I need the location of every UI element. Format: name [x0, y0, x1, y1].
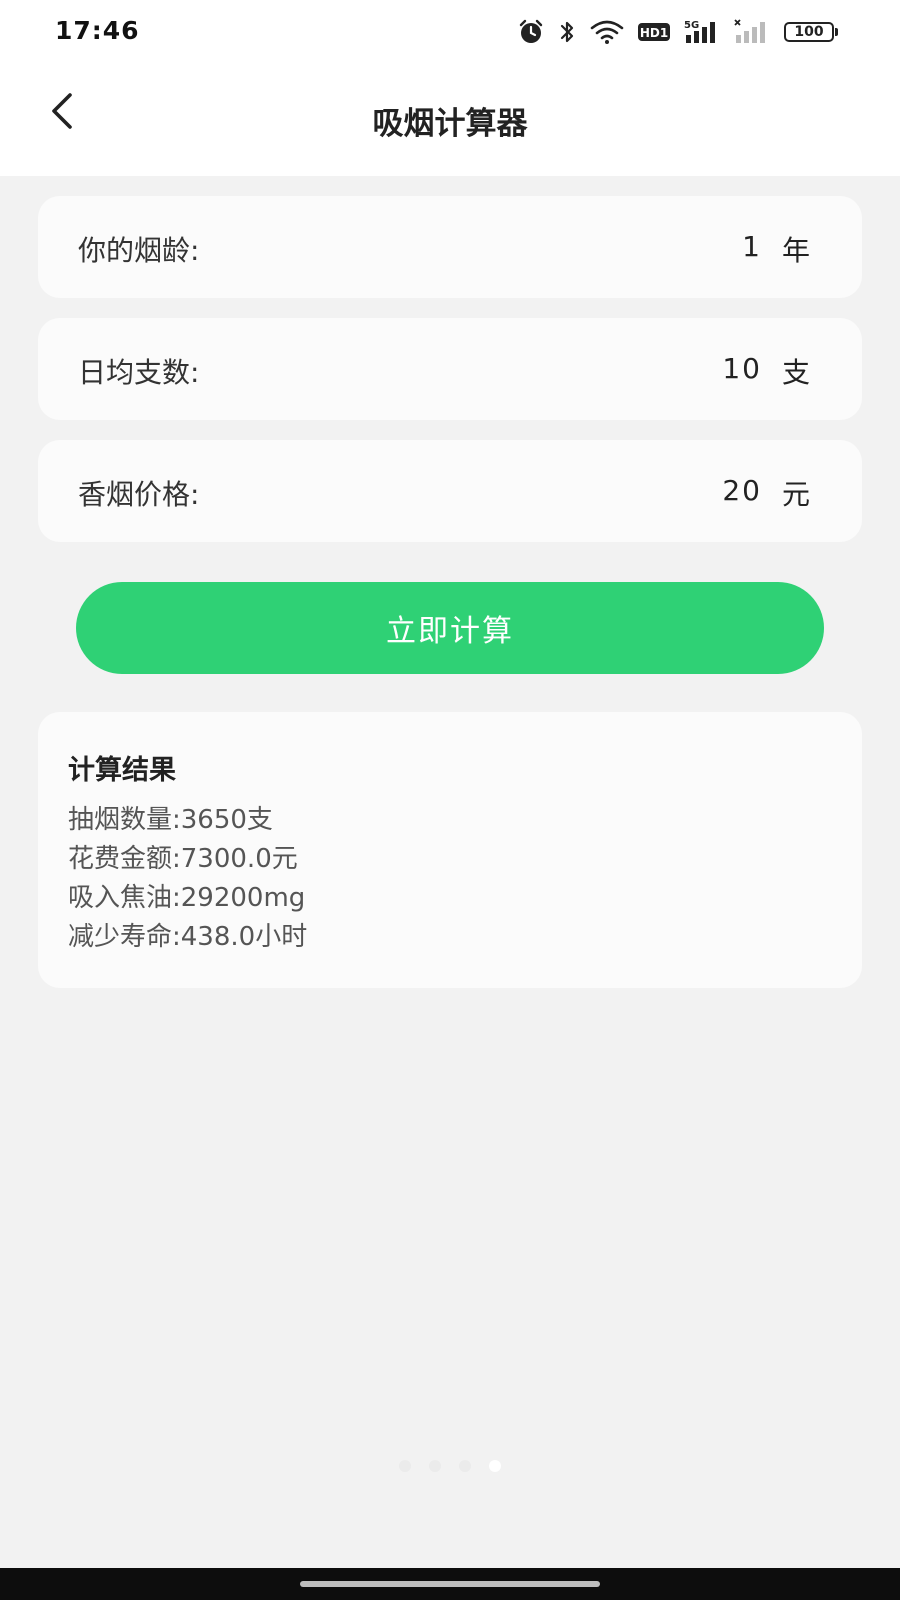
signal-weak-icon: [734, 19, 770, 45]
result-line-cost: 花费金额:7300.0元: [68, 844, 298, 874]
svg-text:HD1: HD1: [640, 26, 668, 40]
result-line-cigarette-count: 抽烟数量:3650支: [68, 805, 273, 835]
input-card-daily-count: 日均支数: 支: [38, 318, 862, 420]
status-bar: 17:46 HD1 5G 100: [0, 0, 900, 62]
input-label: 你的烟龄:: [78, 234, 200, 267]
page-dot[interactable]: [459, 1460, 471, 1472]
status-icons: HD1 5G 100: [518, 18, 838, 46]
input-unit: 支: [781, 356, 810, 389]
page-title: 吸烟计算器: [372, 106, 528, 142]
page-dot[interactable]: [489, 1460, 501, 1472]
smoking-years-input[interactable]: [562, 226, 762, 266]
page-dot[interactable]: [429, 1460, 441, 1472]
battery-icon: 100: [784, 22, 838, 42]
input-label: 香烟价格:: [78, 478, 200, 511]
result-line-tar: 吸入焦油:29200mg: [68, 883, 306, 913]
battery-level: 100: [784, 22, 834, 42]
daily-count-input[interactable]: [562, 348, 762, 388]
result-title: 计算结果: [68, 755, 176, 786]
signal-5g-icon: 5G: [684, 19, 720, 45]
input-card-smoking-years: 你的烟龄: 年: [38, 196, 862, 298]
system-navigation-bar: [0, 1568, 900, 1600]
bluetooth-icon: [558, 19, 576, 45]
nav-bar: 吸烟计算器: [0, 62, 900, 176]
input-unit: 年: [781, 234, 810, 267]
input-card-cigarette-price: 香烟价格: 元: [38, 440, 862, 542]
calculate-button[interactable]: 立即计算: [76, 582, 824, 674]
hd-icon: HD1: [638, 22, 670, 42]
alarm-icon: [518, 19, 544, 45]
input-label: 日均支数:: [78, 356, 200, 389]
screen: 17:46 HD1 5G 100 吸烟计算器 你的烟龄: 1 年 日均支数: 1…: [0, 0, 900, 1600]
status-time: 17:46: [55, 16, 140, 45]
page-indicator: [0, 1460, 900, 1472]
input-unit: 元: [781, 478, 810, 511]
page-dot[interactable]: [399, 1460, 411, 1472]
cigarette-price-input[interactable]: [562, 470, 762, 510]
result-card: 计算结果 抽烟数量:3650支 花费金额:7300.0元 吸入焦油:29200m…: [38, 712, 862, 988]
home-gesture-pill[interactable]: [300, 1581, 600, 1587]
svg-text:5G: 5G: [684, 20, 699, 31]
wifi-icon: [590, 19, 624, 45]
result-line-life-lost: 减少寿命:438.0小时: [68, 922, 308, 952]
